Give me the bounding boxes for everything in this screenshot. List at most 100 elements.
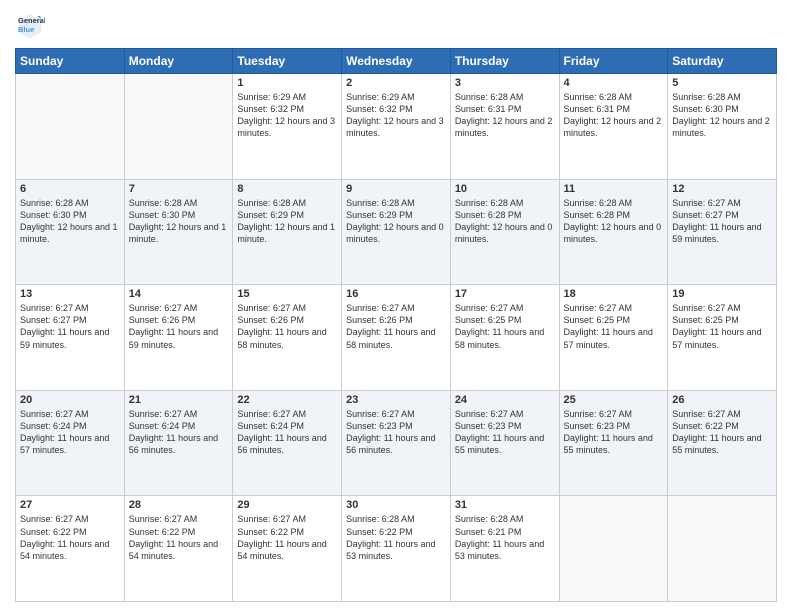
calendar-cell: 8Sunrise: 6:28 AM Sunset: 6:29 PM Daylig… [233,179,342,285]
day-info: Sunrise: 6:28 AM Sunset: 6:31 PM Dayligh… [564,91,664,140]
day-info: Sunrise: 6:27 AM Sunset: 6:23 PM Dayligh… [346,408,446,457]
calendar-cell [668,496,777,602]
calendar-cell: 6Sunrise: 6:28 AM Sunset: 6:30 PM Daylig… [16,179,125,285]
day-info: Sunrise: 6:27 AM Sunset: 6:24 PM Dayligh… [129,408,229,457]
calendar-cell: 25 Sunrise: 6:27 AM Sunset: 6:23 PM Dayli… [559,390,668,496]
weekday-header-monday: Monday [124,49,233,74]
calendar-cell: 7 Sunrise: 6:28 AM Sunset: 6:30 PM Daylig… [124,179,233,285]
day-info: Sunrise: 6:29 AM Sunset: 6:32 PM Dayligh… [346,91,446,140]
calendar-cell [124,74,233,180]
day-number: 5 [672,77,772,89]
weekday-header-sunday: Sunday [16,49,125,74]
day-number: 10 [455,183,555,195]
day-number: 24 [455,394,555,406]
day-number: 9 [346,183,446,195]
calendar-week-row: 1 Sunrise: 6:29 AM Sunset: 6:32 PM Daylig… [16,74,777,180]
svg-text:Blue: Blue [18,25,34,34]
day-number: 1 [237,77,337,89]
day-info: Sunrise: 6:27 AM Sunset: 6:22 PM Dayligh… [20,513,120,562]
calendar-cell: 17 Sunrise: 6:27 AM Sunset: 6:25 PM Dayli… [450,285,559,391]
day-number: 19 [672,288,772,300]
day-number: 31 [455,499,555,511]
day-info: Sunrise: 6:28 AM Sunset: 6:29 PM Dayligh… [346,197,446,246]
day-info: Sunrise: 6:27 AM Sunset: 6:22 PM Dayligh… [237,513,337,562]
day-number: 18 [564,288,664,300]
calendar-cell: 11 Sunrise: 6:28 AM Sunset: 6:28 PM Dayli… [559,179,668,285]
calendar-cell: 14 Sunrise: 6:27 AM Sunset: 6:26 PM Dayli… [124,285,233,391]
page: General Blue SundayMondayTuesdayWednesda… [0,0,792,612]
day-number: 22 [237,394,337,406]
calendar-week-row: 13Sunrise: 6:27 AM Sunset: 6:27 PM Dayli… [16,285,777,391]
day-number: 14 [129,288,229,300]
calendar-cell: 19 Sunrise: 6:27 AM Sunset: 6:25 PM Dayli… [668,285,777,391]
day-info: Sunrise: 6:27 AM Sunset: 6:26 PM Dayligh… [129,302,229,351]
day-number: 28 [129,499,229,511]
calendar-cell: 29 Sunrise: 6:27 AM Sunset: 6:22 PM Dayli… [233,496,342,602]
header: General Blue [15,10,777,40]
calendar-cell: 30Sunrise: 6:28 AM Sunset: 6:22 PM Dayli… [342,496,451,602]
weekday-header-row: SundayMondayTuesdayWednesdayThursdayFrid… [16,49,777,74]
day-info: Sunrise: 6:27 AM Sunset: 6:25 PM Dayligh… [672,302,772,351]
day-info: Sunrise: 6:29 AM Sunset: 6:32 PM Dayligh… [237,91,337,140]
calendar-cell: 4 Sunrise: 6:28 AM Sunset: 6:31 PM Daylig… [559,74,668,180]
day-number: 23 [346,394,446,406]
day-info: Sunrise: 6:27 AM Sunset: 6:24 PM Dayligh… [20,408,120,457]
day-info: Sunrise: 6:28 AM Sunset: 6:22 PM Dayligh… [346,513,446,562]
calendar-cell: 1 Sunrise: 6:29 AM Sunset: 6:32 PM Daylig… [233,74,342,180]
day-info: Sunrise: 6:27 AM Sunset: 6:23 PM Dayligh… [455,408,555,457]
calendar-cell: 9 Sunrise: 6:28 AM Sunset: 6:29 PM Daylig… [342,179,451,285]
day-info: Sunrise: 6:28 AM Sunset: 6:30 PM Dayligh… [672,91,772,140]
day-number: 4 [564,77,664,89]
day-info: Sunrise: 6:28 AM Sunset: 6:30 PM Dayligh… [20,197,120,246]
weekday-header-saturday: Saturday [668,49,777,74]
weekday-header-tuesday: Tuesday [233,49,342,74]
day-info: Sunrise: 6:28 AM Sunset: 6:28 PM Dayligh… [564,197,664,246]
day-info: Sunrise: 6:27 AM Sunset: 6:25 PM Dayligh… [564,302,664,351]
day-info: Sunrise: 6:27 AM Sunset: 6:22 PM Dayligh… [672,408,772,457]
day-info: Sunrise: 6:27 AM Sunset: 6:26 PM Dayligh… [346,302,446,351]
calendar-cell: 31 Sunrise: 6:28 AM Sunset: 6:21 PM Dayli… [450,496,559,602]
day-number: 15 [237,288,337,300]
day-info: Sunrise: 6:27 AM Sunset: 6:26 PM Dayligh… [237,302,337,351]
day-info: Sunrise: 6:27 AM Sunset: 6:23 PM Dayligh… [564,408,664,457]
day-number: 21 [129,394,229,406]
day-info: Sunrise: 6:27 AM Sunset: 6:27 PM Dayligh… [20,302,120,351]
weekday-header-thursday: Thursday [450,49,559,74]
calendar-cell: 3Sunrise: 6:28 AM Sunset: 6:31 PM Daylig… [450,74,559,180]
day-number: 12 [672,183,772,195]
day-info: Sunrise: 6:27 AM Sunset: 6:25 PM Dayligh… [455,302,555,351]
logo: General Blue [15,10,49,40]
day-number: 29 [237,499,337,511]
day-number: 8 [237,183,337,195]
calendar-cell: 21 Sunrise: 6:27 AM Sunset: 6:24 PM Dayli… [124,390,233,496]
day-info: Sunrise: 6:27 AM Sunset: 6:27 PM Dayligh… [672,197,772,246]
calendar-cell: 15 Sunrise: 6:27 AM Sunset: 6:26 PM Dayli… [233,285,342,391]
calendar-cell: 13Sunrise: 6:27 AM Sunset: 6:27 PM Dayli… [16,285,125,391]
calendar-cell: 12 Sunrise: 6:27 AM Sunset: 6:27 PM Dayli… [668,179,777,285]
logo-icon: General Blue [15,10,45,40]
calendar-cell: 20Sunrise: 6:27 AM Sunset: 6:24 PM Dayli… [16,390,125,496]
weekday-header-friday: Friday [559,49,668,74]
day-number: 11 [564,183,664,195]
calendar-cell: 16Sunrise: 6:27 AM Sunset: 6:26 PM Dayli… [342,285,451,391]
day-info: Sunrise: 6:28 AM Sunset: 6:31 PM Dayligh… [455,91,555,140]
calendar-cell: 5 Sunrise: 6:28 AM Sunset: 6:30 PM Daylig… [668,74,777,180]
calendar-cell: 18 Sunrise: 6:27 AM Sunset: 6:25 PM Dayli… [559,285,668,391]
calendar-cell: 2Sunrise: 6:29 AM Sunset: 6:32 PM Daylig… [342,74,451,180]
calendar-cell [16,74,125,180]
day-number: 26 [672,394,772,406]
calendar-cell: 10 Sunrise: 6:28 AM Sunset: 6:28 PM Dayli… [450,179,559,285]
day-info: Sunrise: 6:28 AM Sunset: 6:28 PM Dayligh… [455,197,555,246]
calendar-week-row: 20Sunrise: 6:27 AM Sunset: 6:24 PM Dayli… [16,390,777,496]
day-number: 7 [129,183,229,195]
calendar-cell [559,496,668,602]
calendar-cell: 24 Sunrise: 6:27 AM Sunset: 6:23 PM Dayli… [450,390,559,496]
day-info: Sunrise: 6:27 AM Sunset: 6:24 PM Dayligh… [237,408,337,457]
calendar-cell: 27Sunrise: 6:27 AM Sunset: 6:22 PM Dayli… [16,496,125,602]
day-number: 25 [564,394,664,406]
calendar-cell: 22 Sunrise: 6:27 AM Sunset: 6:24 PM Dayli… [233,390,342,496]
day-info: Sunrise: 6:28 AM Sunset: 6:30 PM Dayligh… [129,197,229,246]
calendar-cell: 23 Sunrise: 6:27 AM Sunset: 6:23 PM Dayli… [342,390,451,496]
day-number: 17 [455,288,555,300]
day-info: Sunrise: 6:28 AM Sunset: 6:21 PM Dayligh… [455,513,555,562]
